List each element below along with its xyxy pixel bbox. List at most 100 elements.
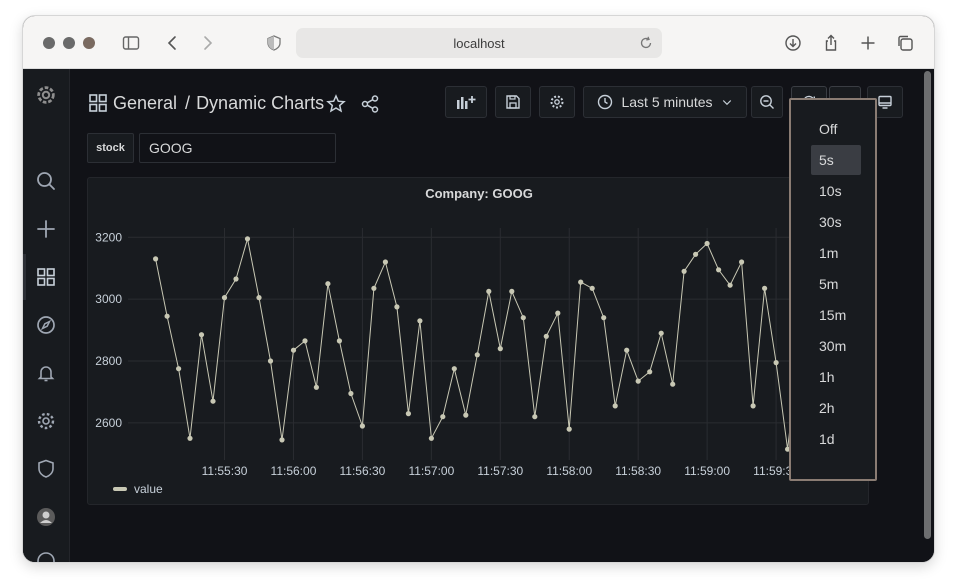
y-tick-label: 3200	[95, 230, 122, 244]
dashboards-icon[interactable]	[34, 265, 58, 289]
data-point	[451, 366, 457, 372]
data-point	[256, 295, 262, 301]
data-point	[221, 295, 228, 301]
refresh-option-30s[interactable]: 30s	[811, 207, 861, 237]
data-point	[681, 268, 687, 274]
data-point	[302, 338, 308, 344]
url-text: localhost	[453, 35, 505, 51]
chevron-down-icon	[722, 100, 731, 106]
add-panel-button[interactable]	[445, 86, 487, 118]
refresh-option-5m[interactable]: 5m	[811, 269, 861, 299]
create-plus-icon[interactable]	[34, 217, 58, 241]
folder-link[interactable]: General	[113, 93, 177, 114]
data-point	[635, 378, 641, 384]
refresh-option-off[interactable]: Off	[811, 114, 861, 144]
data-point	[198, 332, 205, 338]
new-tab-icon[interactable]	[857, 32, 879, 54]
help-icon[interactable]	[34, 549, 58, 562]
alerting-bell-icon[interactable]	[34, 361, 58, 385]
search-icon[interactable]	[34, 169, 58, 193]
panel-title[interactable]: Company: GOOG	[88, 186, 870, 201]
add-panel-icon	[457, 96, 476, 109]
forward-icon[interactable]	[196, 32, 218, 54]
data-point	[762, 285, 768, 291]
data-point	[601, 315, 607, 321]
data-point	[279, 437, 285, 443]
dashboard-settings-button[interactable]	[539, 86, 575, 118]
data-point	[417, 318, 423, 324]
back-icon[interactable]	[162, 32, 184, 54]
data-point	[704, 240, 710, 247]
data-point	[716, 267, 722, 273]
line-chart: 2600 2800 3000 3200 11:55:30 11:56:00 11:56:30…	[95, 228, 869, 478]
data-point	[474, 352, 480, 358]
data-point	[394, 304, 400, 310]
data-point	[520, 315, 526, 321]
data-point	[382, 259, 388, 265]
zoom-out-icon	[760, 95, 774, 109]
sidebar-toggle-icon[interactable]	[120, 32, 142, 54]
x-tick-label: 11:55:30	[202, 464, 248, 478]
dashboard-title[interactable]: Dynamic Charts	[196, 93, 324, 114]
series-line-value	[155, 238, 857, 450]
zoom-window-button[interactable]	[83, 37, 95, 49]
refresh-option-1d[interactable]: 1d	[811, 424, 861, 454]
star-icon[interactable]	[324, 92, 348, 116]
data-point	[624, 347, 630, 353]
data-point	[153, 256, 159, 262]
legend[interactable]: value	[113, 482, 163, 496]
page-scrollbar[interactable]	[924, 71, 931, 539]
breadcrumb-separator: /	[185, 92, 191, 113]
reload-icon[interactable]	[638, 35, 654, 51]
data-point	[359, 423, 365, 429]
settings-gear-icon[interactable]	[34, 409, 58, 433]
save-dashboard-button[interactable]	[495, 86, 531, 118]
refresh-option-1h[interactable]: 1h	[811, 362, 861, 392]
refresh-option-2h[interactable]: 2h	[811, 393, 861, 423]
grafana-app: General / Dynamic Charts Last 5 minutes	[23, 69, 934, 562]
data-point	[267, 358, 274, 364]
address-bar[interactable]: localhost	[296, 28, 662, 58]
user-avatar-icon[interactable]	[34, 505, 58, 529]
variable-select[interactable]: GOOG	[139, 133, 336, 163]
close-window-button[interactable]	[43, 37, 55, 49]
data-point	[405, 411, 411, 417]
privacy-shield-icon[interactable]	[263, 32, 285, 54]
sidebar	[23, 69, 70, 562]
share-dashboard-icon[interactable]	[358, 92, 382, 116]
data-point	[428, 435, 434, 441]
legend-label: value	[134, 482, 163, 496]
refresh-option-5s[interactable]: 5s	[811, 145, 861, 175]
data-point	[555, 310, 561, 316]
data-point	[647, 369, 653, 375]
data-point	[463, 412, 469, 418]
data-point	[244, 236, 251, 242]
grafana-logo-icon[interactable]	[34, 83, 58, 107]
data-point	[566, 426, 572, 432]
y-tick-label: 3000	[95, 292, 122, 306]
dashboard-grid-icon	[86, 91, 110, 115]
browser-window: localhost General / Dynamic Charts Last …	[23, 16, 934, 562]
data-point	[658, 330, 664, 336]
time-range-picker[interactable]: Last 5 minutes	[583, 86, 747, 118]
refresh-option-10s[interactable]: 10s	[811, 176, 861, 206]
refresh-option-15m[interactable]: 15m	[811, 300, 861, 330]
refresh-option-30m[interactable]: 30m	[811, 331, 861, 361]
tab-overview-icon[interactable]	[894, 32, 916, 54]
refresh-option-1m[interactable]: 1m	[811, 238, 861, 268]
monitor-icon	[878, 95, 892, 109]
x-tick-label: 11:58:00	[546, 464, 592, 478]
zoom-out-button[interactable]	[751, 86, 783, 118]
data-point	[164, 313, 170, 319]
data-point	[693, 251, 699, 257]
x-tick-label: 11:56:30	[339, 464, 385, 478]
explore-compass-icon[interactable]	[34, 313, 58, 337]
data-point	[509, 288, 515, 294]
minimize-window-button[interactable]	[63, 37, 75, 49]
data-point	[176, 366, 182, 372]
share-icon[interactable]	[820, 32, 842, 54]
admin-shield-icon[interactable]	[34, 457, 58, 481]
downloads-icon[interactable]	[782, 32, 804, 54]
breadcrumb: General / Dynamic Charts	[113, 91, 324, 115]
data-point	[233, 276, 239, 282]
